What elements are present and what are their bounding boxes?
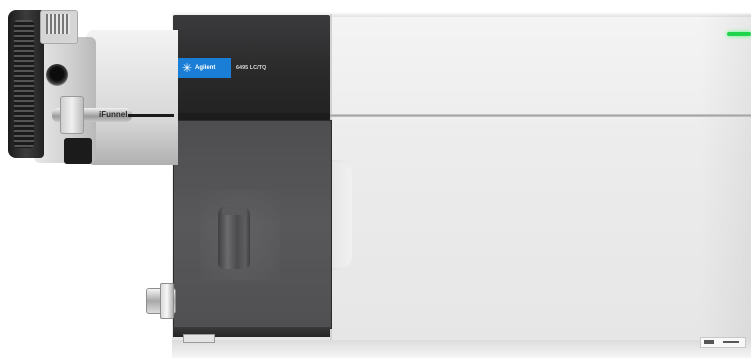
fitting-nut [160, 283, 174, 319]
model-name: 6495 LC/TQ [236, 65, 267, 71]
probe-port [46, 64, 68, 86]
door-latch[interactable] [183, 334, 215, 343]
serial-label-line [723, 341, 739, 343]
body-groove [330, 114, 751, 117]
top-panel-strip [173, 113, 330, 120]
instrument-base [172, 340, 751, 358]
serial-label-block [704, 340, 714, 344]
rod-clamp [60, 96, 84, 134]
ion-source-shading [86, 120, 178, 165]
body-shading [700, 14, 751, 346]
spark-icon: ✳ [181, 61, 193, 75]
cooling-fins [14, 20, 34, 148]
ifunnel-label: iFunnel [99, 110, 128, 119]
status-led [727, 32, 751, 36]
brand-name: Agilent [195, 65, 216, 71]
ifunnel-callout-line [128, 114, 174, 117]
serial-label [700, 337, 746, 348]
connector-pins [46, 14, 70, 34]
source-lower-block [64, 138, 92, 164]
vial-cap [222, 205, 246, 215]
